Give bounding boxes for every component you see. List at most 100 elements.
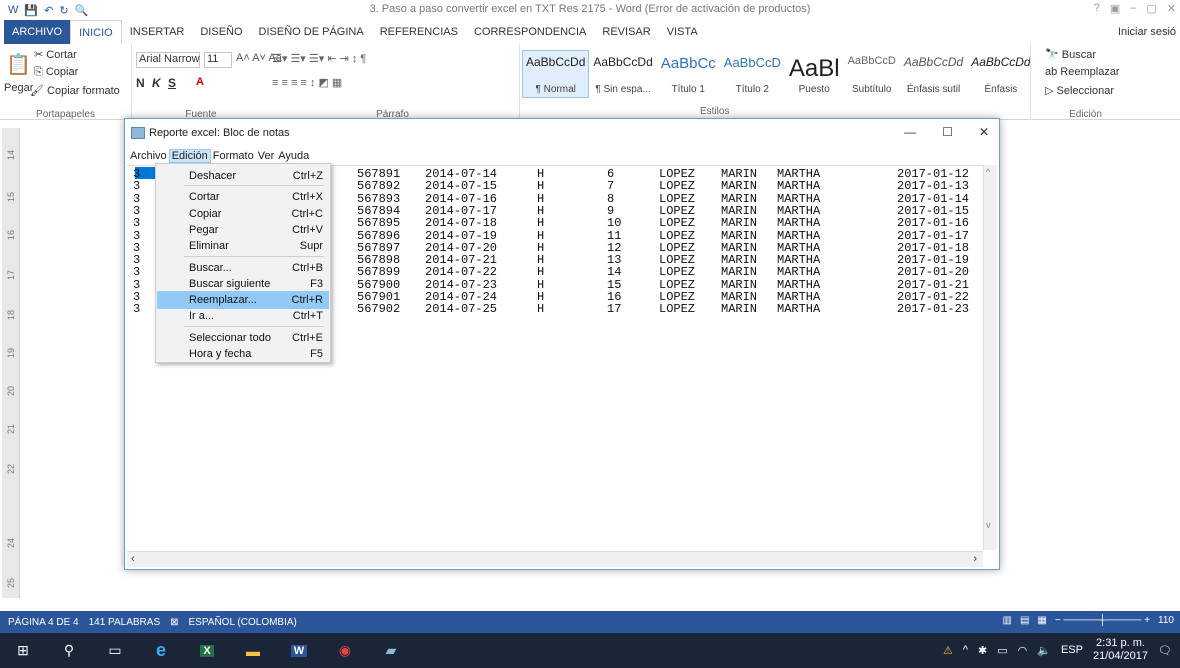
warning-icon[interactable]: ⚠	[943, 644, 953, 657]
language[interactable]: ESPAÑOL (COLOMBIA)	[189, 617, 297, 628]
tab-insertar[interactable]: INSERTAR	[122, 20, 193, 44]
save-icon[interactable]: 💾	[24, 4, 38, 17]
proofing-icon[interactable]: ⊠	[170, 617, 178, 628]
close-icon[interactable]: ✕	[1167, 2, 1176, 15]
style-enfasis-sutil[interactable]: AaBbCcDd Énfasis sutil	[900, 50, 967, 98]
menu-ayuda[interactable]: Ayuda	[276, 150, 311, 162]
menu-archivo[interactable]: Archivo	[128, 150, 169, 162]
menu-ver[interactable]: Ver	[256, 150, 277, 162]
clock[interactable]: 2:31 p. m. 21/04/2017	[1093, 637, 1148, 663]
italic-button[interactable]: K	[152, 76, 161, 90]
maximize-icon[interactable]: ▢	[1146, 2, 1156, 15]
chrome-icon[interactable]: ◉	[322, 633, 368, 668]
tab-archivo[interactable]: ARCHIVO	[4, 20, 71, 44]
print-preview-icon[interactable]: 🔍	[75, 4, 89, 17]
minimize-icon[interactable]: –	[1130, 2, 1136, 15]
text-field: 16	[607, 290, 622, 304]
menu-item-eliminar[interactable]: Eliminar Supr	[157, 237, 329, 255]
style-titulo-1[interactable]: AaBbCc Título 1	[657, 50, 720, 98]
style-sin-espaciado[interactable]: AaBbCcDd ¶ Sin espa...	[589, 50, 656, 98]
menu-item-buscar[interactable]: Buscar... Ctrl+B	[157, 259, 329, 277]
underline-button[interactable]: S	[168, 76, 176, 90]
style-subtitulo[interactable]: AaBbCcD Subtítulo	[844, 50, 900, 98]
notifications-icon[interactable]: 🗨	[1158, 644, 1172, 657]
web-layout-icon[interactable]: ▦	[1037, 615, 1046, 626]
menu-item-cortar[interactable]: Cortar Ctrl+X	[157, 188, 329, 206]
undo-icon[interactable]: ↶	[44, 4, 53, 17]
zoom-level[interactable]: 110	[1158, 615, 1174, 626]
notepad-icon[interactable]: ▰	[368, 633, 414, 668]
word-count[interactable]: 141 PALABRAS	[89, 617, 161, 628]
list-bullets-icon[interactable]: ☰▾ ☰▾ ☰▾ ⇤ ⇥ ↕ ¶	[272, 52, 366, 65]
menu-item-hora-y-fecha[interactable]: Hora y fecha F5	[157, 345, 329, 363]
tab-revisar[interactable]: REVISAR	[594, 20, 658, 44]
tab-referencias[interactable]: REFERENCIAS	[372, 20, 466, 44]
tab-inicio[interactable]: INICIO	[70, 20, 122, 44]
read-mode-icon[interactable]: ▥	[1003, 615, 1012, 626]
word-icon[interactable]: W	[276, 633, 322, 668]
scroll-up-icon[interactable]: ^	[986, 167, 990, 177]
print-layout-icon[interactable]: ▤	[1020, 615, 1029, 626]
paste-button[interactable]: Pegar	[4, 82, 33, 94]
menu-item-reemplazar[interactable]: Reemplazar... Ctrl+R	[157, 291, 329, 310]
horizontal-scrollbar[interactable]: ‹ ›	[127, 551, 983, 567]
align-icons[interactable]: ≡ ≡ ≡ ≡ ↕ ◩ ▦	[272, 76, 342, 89]
volume-icon[interactable]: 🔈	[1037, 644, 1051, 657]
paste-icon[interactable]: 📋	[6, 52, 31, 77]
excel-icon[interactable]: X	[184, 633, 230, 668]
bold-button[interactable]: N	[136, 76, 145, 90]
menu-item-seleccionar-todo[interactable]: Seleccionar todo Ctrl+E	[157, 329, 329, 347]
help-icon[interactable]: ?	[1094, 2, 1100, 15]
zoom-slider[interactable]: − ─────┼───── +	[1055, 615, 1150, 626]
menu-item-deshacer[interactable]: Deshacer Ctrl+Z	[157, 167, 329, 185]
text-field: 2014-07-22	[425, 265, 498, 280]
vertical-scrollbar[interactable]: ^ v	[983, 165, 997, 550]
tab-diseno[interactable]: DISEÑO	[192, 20, 250, 44]
wifi-icon[interactable]: ◠	[1018, 644, 1028, 657]
font-color-icon[interactable]: A	[196, 76, 204, 88]
menu-edicion[interactable]: Edición	[168, 149, 211, 163]
scroll-left-icon[interactable]: ‹	[131, 553, 135, 565]
menu-item-copiar[interactable]: Copiar Ctrl+C	[157, 205, 329, 223]
font-size-select[interactable]: 11	[204, 52, 232, 68]
file-explorer-icon[interactable]: ▬	[230, 633, 276, 668]
select-button[interactable]: ▷ Seleccionar	[1045, 84, 1114, 97]
task-view-icon[interactable]: ▭	[92, 633, 138, 668]
scroll-right-icon[interactable]: ›	[973, 553, 977, 565]
text-field: 2017-01-17	[897, 228, 970, 243]
notepad-close-icon[interactable]: ✕	[979, 125, 989, 139]
sign-in-link[interactable]: Iniciar sesió	[1118, 26, 1176, 38]
redo-icon[interactable]: ↻	[59, 4, 68, 17]
tab-diseno-pagina[interactable]: DISEÑO DE PÁGINA	[251, 20, 372, 44]
bluetooth-icon[interactable]: ✱	[978, 644, 987, 657]
font-group: Arial Narrow 11 N K S A˄ A˅ Aa A Fuente	[136, 44, 282, 120]
menu-formato[interactable]: Formato	[211, 150, 256, 162]
scroll-down-icon[interactable]: v	[986, 520, 991, 530]
style-titulo-2[interactable]: AaBbCcD Título 2	[720, 50, 785, 98]
format-painter-button[interactable]: 🖌 Copiar formato	[30, 84, 120, 97]
tab-vista[interactable]: VISTA	[659, 20, 706, 44]
replace-button[interactable]: ab Reemplazar	[1045, 66, 1120, 78]
notepad-minimize-icon[interactable]: —	[904, 125, 916, 139]
page-count[interactable]: PÁGINA 4 DE 4	[8, 617, 79, 628]
copy-button[interactable]: ⎘ Copiar	[34, 66, 78, 79]
menu-item-buscar-siguiente[interactable]: Buscar siguiente F3	[157, 275, 329, 293]
font-name-select[interactable]: Arial Narrow	[136, 52, 200, 68]
tab-correspondencia[interactable]: CORRESPONDENCIA	[466, 20, 594, 44]
notepad-maximize-icon[interactable]: ☐	[942, 125, 953, 139]
battery-icon[interactable]: ▭	[997, 644, 1007, 657]
menu-item-ir-a[interactable]: Ir a... Ctrl+T	[157, 307, 329, 325]
edge-icon[interactable]: e	[138, 633, 184, 668]
menu-item-pegar[interactable]: Pegar Ctrl+V	[157, 221, 329, 239]
styles-label: Estilos	[700, 106, 730, 117]
style-normal[interactable]: AaBbCcDd ¶ Normal	[522, 50, 590, 98]
cut-button[interactable]: ✂ Cortar	[34, 48, 77, 61]
find-button[interactable]: 🔭 Buscar	[1045, 48, 1096, 61]
ribbon-options-icon[interactable]: ▣	[1110, 2, 1120, 15]
input-language[interactable]: ESP	[1061, 644, 1083, 656]
windows-start-icon[interactable]: ⊞	[0, 633, 46, 668]
chevron-up-icon[interactable]: ^	[963, 644, 968, 656]
style-enfasis[interactable]: AaBbCcDd Énfasis	[967, 50, 1034, 98]
style-puesto[interactable]: AaBl Puesto	[785, 50, 844, 98]
search-icon[interactable]: ⚲	[46, 633, 92, 668]
